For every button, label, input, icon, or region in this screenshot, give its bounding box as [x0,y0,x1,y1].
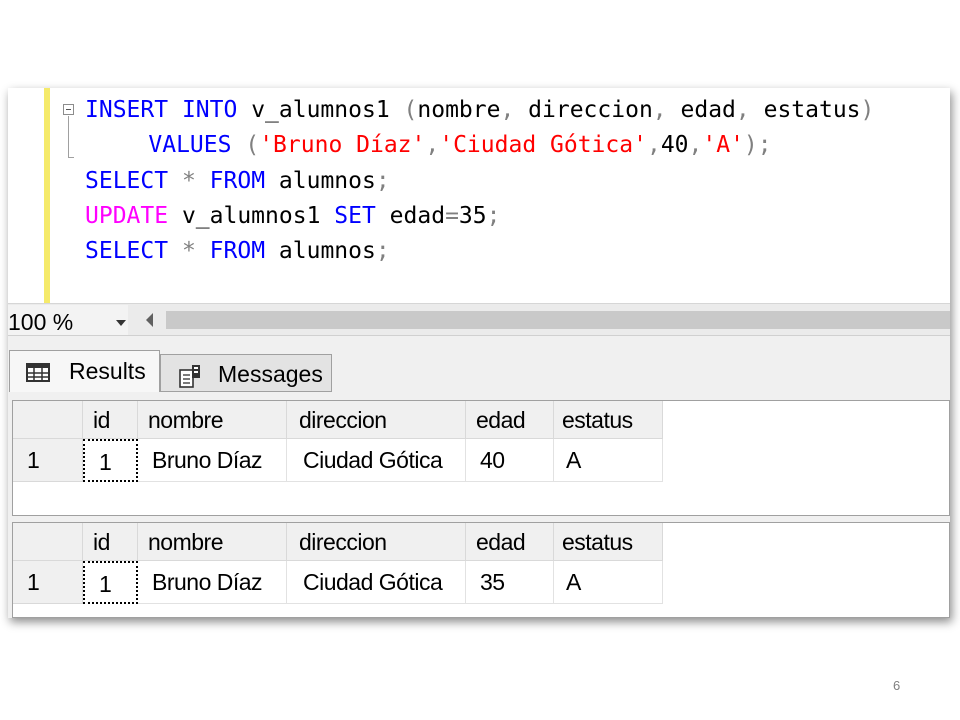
code-token: , [652,97,681,123]
code-token: * [181,238,196,264]
code-token: INTO [181,97,238,123]
code-token: 35 [458,203,487,229]
code-token: ) [860,97,875,123]
tab-results[interactable]: Results [9,350,160,392]
slide-page-number: 6 [893,678,901,693]
grid-cell[interactable]: Bruno Díaz [138,439,287,482]
tab-messages[interactable]: Messages [160,354,332,392]
zoom-value: 100 % [8,309,74,335]
column-header[interactable]: direccion [287,523,466,561]
code-token: , [425,132,440,158]
column-header[interactable]: nombre [138,401,287,439]
column-header[interactable]: nombre [138,523,287,561]
grid-cell[interactable]: A [554,561,663,604]
code-token: FROM [209,238,266,264]
tab-results-label: Results [69,358,146,384]
zoom-dropdown[interactable]: 100 % [8,305,128,335]
change-tracking-bar [44,88,50,303]
collapse-minus-icon[interactable] [63,104,74,115]
code-token: SELECT [85,168,169,194]
code-token: , [500,97,529,123]
grid-corner-cell[interactable] [13,523,83,561]
code-token: ; [375,168,390,194]
grid-cell[interactable]: 1 [83,561,138,604]
code-token: ( [245,132,260,158]
code-token: , [688,132,703,158]
grid-cell[interactable]: 35 [466,561,554,604]
scroll-left-arrow-icon[interactable] [146,313,153,327]
code-token: v_alumnos1 [168,203,335,229]
results-pane: Results Messages id nombre direccion edad es… [8,335,950,618]
code-token: 'Ciudad Gótica' [439,132,647,158]
code-token: edad [680,97,736,123]
code-token: ); [743,132,772,158]
code-token: direccion [528,97,653,123]
column-header[interactable]: edad [466,523,554,561]
code-token: alumnos [265,168,376,194]
code-token: ; [375,238,390,264]
column-header[interactable]: id [83,401,138,439]
code-token: v_alumnos1 [237,97,404,123]
row-number[interactable]: 1 [13,561,83,604]
column-header[interactable]: direccion [287,401,466,439]
code-line[interactable]: SELECT * FROM alumnos; [85,166,390,196]
grid-corner-cell[interactable] [13,401,83,439]
code-token: 40 [660,132,689,158]
code-line[interactable]: SELECT * FROM alumnos; [85,236,390,266]
code-token: nombre [417,97,501,123]
query-editor[interactable]: INSERT INTO v_alumnos1 (nombre, direccio… [8,88,950,303]
grid-cell[interactable]: Bruno Díaz [138,561,287,604]
ssms-window: INSERT INTO v_alumnos1 (nombre, direccio… [8,88,950,618]
code-line[interactable]: VALUES ('Bruno Díaz','Ciudad Gótica',40,… [93,130,772,160]
grid-cell[interactable]: Ciudad Gótica [287,439,466,482]
code-token: SET [334,203,376,229]
code-token: edad [375,203,446,229]
row-number[interactable]: 1 [13,439,83,482]
code-line[interactable]: UPDATE v_alumnos1 SET edad=35; [85,201,500,231]
code-token: , [735,97,764,123]
grid-icon [26,363,50,382]
code-token: SELECT [85,238,169,264]
code-token: * [181,168,196,194]
column-header[interactable]: id [83,523,138,561]
code-token: INSERT [85,97,169,123]
messages-icon [179,365,200,388]
code-token: , [646,132,661,158]
result-grid[interactable]: id nombre direccion edad estatus 1 1 Bruno Díaz… [12,400,950,516]
grid-cell[interactable]: Ciudad Gótica [287,561,466,604]
column-header[interactable]: estatus [554,523,663,561]
code-token: 'Bruno Díaz' [259,132,426,158]
grid-cell[interactable]: 40 [466,439,554,482]
code-line[interactable]: INSERT INTO v_alumnos1 (nombre, direccio… [85,95,874,125]
editor-status-bar: 100 % [8,303,950,336]
grid-cell[interactable]: 1 [83,439,138,482]
code-token: VALUES [148,132,232,158]
code-token: ; [486,203,501,229]
code-token: alumnos [265,238,376,264]
horizontal-scrollbar[interactable] [166,311,950,329]
column-header[interactable]: estatus [554,401,663,439]
column-header[interactable]: edad [466,401,554,439]
fold-guide [68,116,74,158]
code-token: FROM [209,168,266,194]
code-token: UPDATE [85,203,169,229]
chevron-down-icon[interactable] [116,320,126,326]
tab-messages-label: Messages [218,361,323,387]
code-token: 'A' [702,132,744,158]
code-token: estatus [763,97,861,123]
code-token: = [445,203,459,229]
grid-cell[interactable]: A [554,439,663,482]
code-token: ( [403,97,418,123]
result-grid[interactable]: id nombre direccion edad estatus 1 1 Bruno Díaz… [12,522,950,618]
